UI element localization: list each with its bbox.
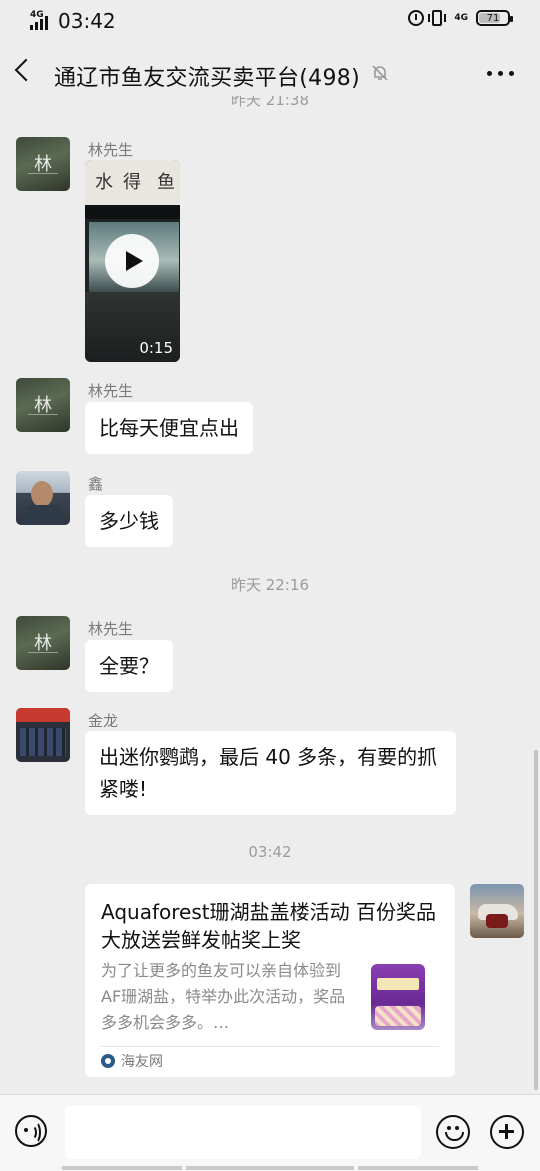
avatar[interactable]	[16, 708, 70, 762]
video-duration: 0:15	[139, 339, 173, 357]
link-card-source: 海友网	[101, 1051, 163, 1071]
status-bar: 4G 03:42 4G 71	[0, 0, 540, 42]
sender-name: 鑫	[88, 475, 104, 493]
link-card-description: 为了让更多的鱼友可以亲自体验到AF珊湖盐，特举办此次活动，奖品多多机会多多。…	[101, 961, 346, 1032]
alarm-icon	[408, 10, 425, 26]
battery-level: 71	[486, 12, 500, 24]
signal-icon: 4G	[30, 10, 52, 30]
input-bar	[0, 1094, 540, 1171]
message-bubble[interactable]: 多少钱	[85, 495, 173, 547]
link-card-thumbnail	[367, 962, 429, 1032]
avatar[interactable]: 林	[16, 616, 70, 670]
network-type: 4G	[454, 12, 468, 23]
mute-icon	[372, 65, 388, 81]
back-icon[interactable]	[14, 58, 38, 82]
my-avatar[interactable]	[470, 884, 524, 938]
link-card[interactable]: Aquaforest珊湖盐盖楼活动 百份奖品大放送尝鲜发帖奖上奖 为了让更多的鱼…	[85, 884, 455, 1077]
message-bubble[interactable]: 全要？	[85, 640, 173, 692]
sender-name: 林先生	[88, 620, 134, 638]
plus-icon[interactable]	[490, 1115, 524, 1149]
sender-name: 金龙	[88, 712, 119, 730]
sender-name: 林先生	[88, 141, 134, 159]
timestamp-cut: 昨天 21:38	[231, 96, 309, 108]
avatar[interactable]	[16, 471, 70, 525]
avatar[interactable]: 林	[16, 378, 70, 432]
voice-icon[interactable]	[15, 1115, 47, 1147]
timestamp: 昨天 22:16	[231, 576, 309, 594]
home-indicator	[186, 1166, 354, 1170]
home-indicator	[358, 1166, 478, 1170]
status-time: 03:42	[58, 9, 116, 33]
chat-title: 通辽市鱼友交流买卖平台(498)	[54, 66, 360, 91]
message-bubble[interactable]: 比每天便宜点出	[85, 402, 253, 454]
more-icon[interactable]	[487, 71, 514, 76]
play-icon[interactable]	[105, 234, 159, 288]
source-logo-icon	[101, 1054, 115, 1068]
video-message[interactable]: 水得鱼 0:15	[85, 160, 180, 362]
sender-name: 林先生	[88, 382, 134, 400]
home-indicator	[62, 1166, 182, 1170]
avatar[interactable]: 林	[16, 137, 70, 191]
emoji-icon[interactable]	[436, 1115, 470, 1149]
scrollbar[interactable]	[534, 750, 538, 1090]
message-input[interactable]	[65, 1106, 421, 1159]
link-card-title: Aquaforest珊湖盐盖楼活动 百份奖品大放送尝鲜发帖奖上奖	[101, 900, 436, 952]
timestamp: 03:42	[248, 843, 292, 861]
battery-icon: 71	[476, 10, 513, 26]
vibrate-icon	[428, 10, 447, 26]
message-bubble[interactable]: 出迷你鹦鹉，最后 40 多条，有要的抓紧喽!	[85, 731, 456, 815]
